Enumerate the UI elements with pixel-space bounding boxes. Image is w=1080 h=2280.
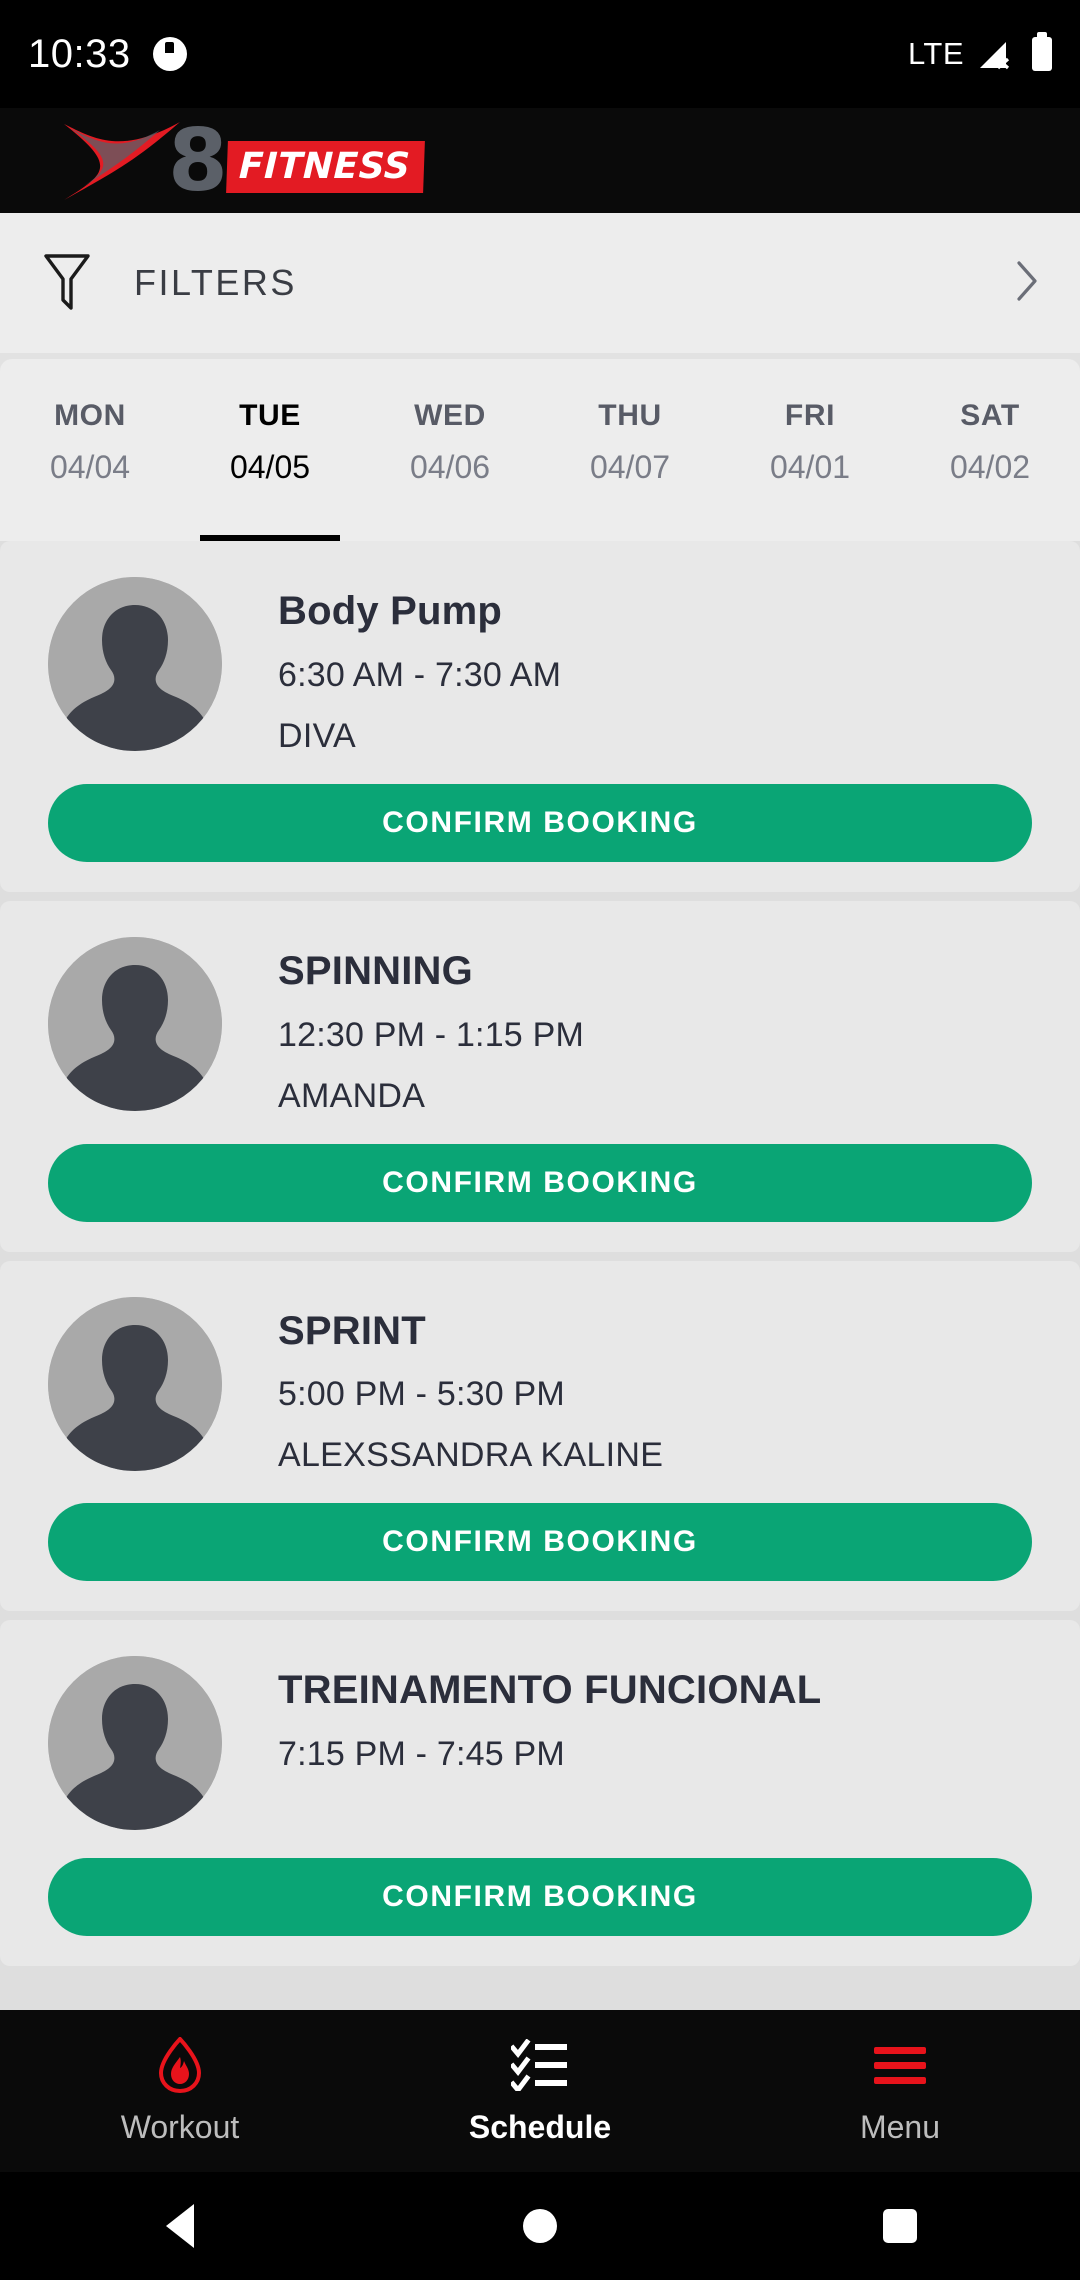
android-navigation-bar	[0, 2172, 1080, 2280]
day-tab-thu[interactable]: THU 04/07	[540, 383, 720, 541]
logo-fitness-text: FITNESS	[225, 140, 426, 193]
network-type-label: LTE	[907, 36, 964, 71]
home-circle-icon[interactable]	[360, 2209, 720, 2243]
status-bar-right: LTE	[907, 32, 1052, 72]
class-details: Body Pump 6:30 AM - 7:30 AM DIVA	[278, 577, 1032, 756]
day-tab-name: FRI	[784, 399, 836, 432]
class-card[interactable]: SPRINT 5:00 PM - 5:30 PM ALEXSSANDRA KALIN…	[0, 1260, 1080, 1612]
class-card-body: Body Pump 6:30 AM - 7:30 AM DIVA	[48, 577, 1032, 756]
day-tabs-strip: MON 04/04 TUE 04/05 WED 04/06 THU 04/07 FRI 04/01…	[0, 359, 1080, 542]
class-time: 12:30 PM - 1:15 PM	[278, 1015, 584, 1054]
class-card-body: SPRINT 5:00 PM - 5:30 PM ALEXSSANDRA KALIN…	[48, 1296, 1032, 1476]
class-title: Body Pump	[278, 589, 503, 633]
recents-square-icon[interactable]	[720, 2209, 1080, 2243]
class-title: SPRINT	[278, 1308, 426, 1353]
logo-eight-text: 8	[168, 110, 228, 211]
signal-no-service-icon	[978, 37, 1018, 71]
app-screen: 10:33 LTE 8 FITNESS FILTERS MON 04/04 TU…	[0, 0, 1080, 2280]
person-placeholder-avatar	[48, 1296, 222, 1471]
day-tab-date: 04/04	[49, 449, 131, 485]
day-tab-name: WED	[414, 399, 486, 432]
filters-row[interactable]: FILTERS	[0, 213, 1080, 353]
class-card[interactable]: Body Pump 6:30 AM - 7:30 AM DIVA CONFIRM BO…	[0, 541, 1080, 892]
filters-label: FILTERS	[134, 262, 297, 303]
class-schedule-list[interactable]: Body Pump 6:30 AM - 7:30 AM DIVA CONFIRM BO…	[0, 541, 1080, 2010]
person-placeholder-avatar	[48, 577, 222, 751]
confirm-booking-button[interactable]: CONFIRM BOOKING	[48, 1503, 1032, 1582]
day-tab-mon[interactable]: MON 04/04	[0, 383, 180, 541]
nav-item-menu[interactable]: Menu	[720, 2037, 1080, 2146]
class-card-body: TREINAMENTO FUNCIONAL 7:15 PM - 7:45 PM	[48, 1656, 1032, 1831]
person-placeholder-avatar	[48, 936, 222, 1111]
hamburger-menu-icon	[872, 2037, 928, 2093]
app-header: 8 FITNESS	[0, 108, 1080, 213]
day-tab-name: MON	[54, 399, 126, 432]
nav-item-label: Workout	[120, 2108, 240, 2145]
day-tab-date: 04/06	[409, 449, 491, 485]
day-tab-name: SAT	[960, 399, 1020, 432]
day-tab-name: THU	[598, 399, 662, 432]
app-notification-icon	[152, 37, 187, 71]
status-bar: 10:33 LTE	[0, 0, 1080, 108]
confirm-booking-button[interactable]: CONFIRM BOOKING	[48, 1858, 1032, 1937]
checklist-icon	[511, 2037, 569, 2093]
person-placeholder-avatar	[48, 1656, 222, 1831]
day-tab-name: TUE	[239, 399, 301, 432]
funnel-filter-icon	[42, 250, 92, 317]
day-tab-sat[interactable]: SAT 04/02	[900, 383, 1080, 541]
status-bar-left: 10:33	[28, 32, 187, 77]
day-tab-date: 04/02	[949, 449, 1031, 485]
class-instructor: DIVA	[278, 716, 357, 755]
class-details: TREINAMENTO FUNCIONAL 7:15 PM - 7:45 PM	[278, 1656, 1032, 1774]
class-card[interactable]: TREINAMENTO FUNCIONAL 7:15 PM - 7:45 PM CO…	[0, 1620, 1080, 1967]
class-card[interactable]: SPINNING 12:30 PM - 1:15 PM AMANDA CONFIRM …	[0, 900, 1080, 1252]
day-tab-wed[interactable]: WED 04/06	[360, 383, 540, 541]
nav-item-schedule[interactable]: Schedule	[360, 2037, 720, 2146]
nav-item-workout[interactable]: Workout	[0, 2036, 360, 2146]
class-details: SPRINT 5:00 PM - 5:30 PM ALEXSSANDRA KALIN…	[278, 1297, 1032, 1476]
class-instructor: ALEXSSANDRA KALINE	[278, 1436, 664, 1475]
day-tab-date: 04/05	[229, 449, 311, 485]
x8-fitness-logo: 8 FITNESS	[60, 110, 426, 211]
battery-full-icon	[1032, 32, 1052, 71]
bottom-navigation-bar: Workout Schedule Menu	[0, 2010, 1080, 2172]
confirm-booking-button[interactable]: CONFIRM BOOKING	[48, 1143, 1032, 1222]
nav-item-label: Menu	[859, 2108, 941, 2145]
nav-item-label: Schedule	[468, 2108, 612, 2145]
confirm-booking-button[interactable]: CONFIRM BOOKING	[48, 783, 1032, 862]
chevron-right-icon[interactable]	[1014, 259, 1040, 308]
day-tab-fri[interactable]: FRI 04/01	[720, 383, 900, 541]
class-time: 7:15 PM - 7:45 PM	[278, 1735, 565, 1774]
flame-icon	[155, 2036, 205, 2093]
class-title: SPINNING	[278, 948, 473, 993]
day-tab-tue[interactable]: TUE 04/05	[180, 383, 360, 542]
class-instructor: AMANDA	[278, 1076, 426, 1115]
class-details: SPINNING 12:30 PM - 1:15 PM AMANDA	[278, 937, 1032, 1116]
day-tab-date: 04/01	[769, 449, 851, 485]
class-time: 6:30 AM - 7:30 AM	[278, 655, 562, 694]
class-title: TREINAMENTO FUNCIONAL	[278, 1668, 822, 1713]
status-bar-clock: 10:33	[28, 31, 131, 76]
day-selector: MON 04/04 TUE 04/05 WED 04/06 THU 04/07 FRI 04/01…	[0, 353, 1080, 542]
back-triangle-icon[interactable]	[0, 2204, 360, 2248]
class-card-body: SPINNING 12:30 PM - 1:15 PM AMANDA	[48, 936, 1032, 1116]
day-tab-date: 04/07	[589, 449, 671, 485]
class-time: 5:00 PM - 5:30 PM	[278, 1375, 565, 1414]
